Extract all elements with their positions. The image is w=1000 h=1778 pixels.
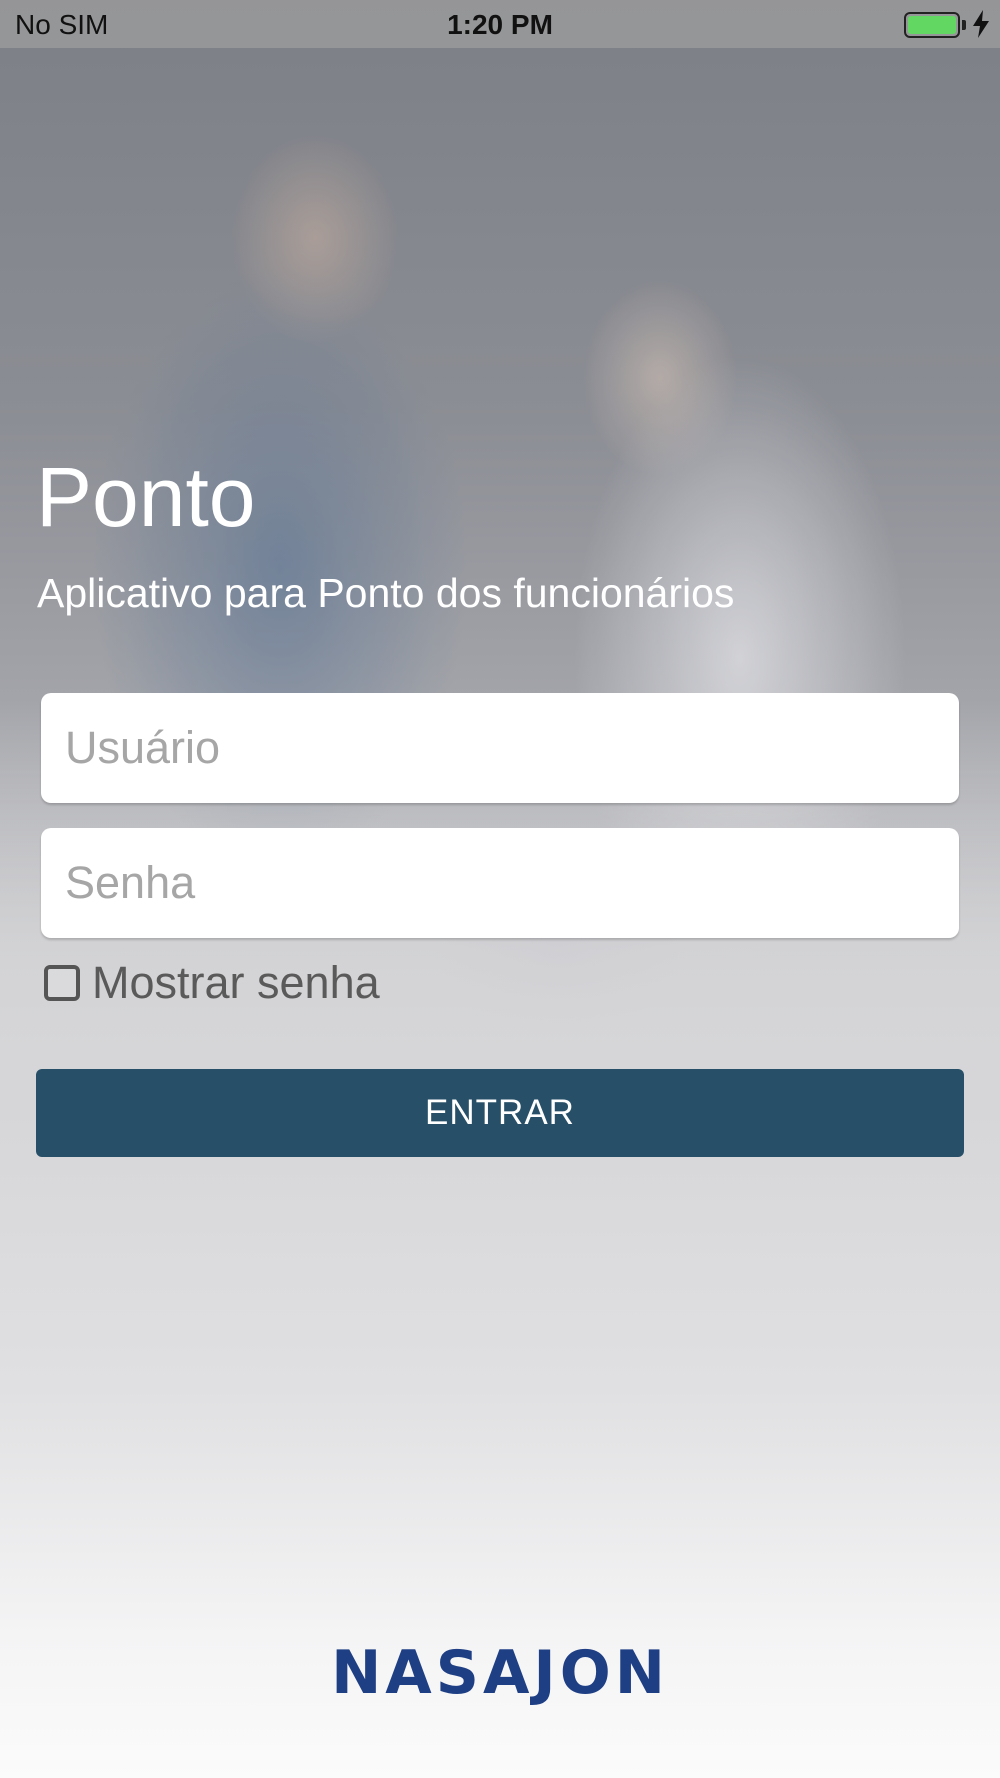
nasajon-logo: NASAJON <box>331 1638 669 1708</box>
show-password-label[interactable]: Mostrar senha <box>92 957 380 1009</box>
battery-nub <box>962 20 966 30</box>
battery-level <box>908 16 956 34</box>
battery-icon <box>904 12 960 38</box>
show-password-checkbox[interactable] <box>44 965 80 1001</box>
page-subtitle: Aplicativo para Ponto dos funcionários <box>37 570 735 616</box>
page-title: Ponto <box>36 450 256 544</box>
show-password-toggle[interactable]: Mostrar senha <box>44 955 380 1011</box>
login-screen: No SIM 1:20 PM Ponto Aplicativo para Pon… <box>0 0 1000 1778</box>
password-input[interactable] <box>41 828 959 938</box>
bolt-icon <box>973 10 989 38</box>
enter-button[interactable]: ENTRAR <box>36 1069 964 1157</box>
status-bar: No SIM 1:20 PM <box>0 0 1000 48</box>
clock-label: 1:20 PM <box>447 9 553 40</box>
username-input[interactable] <box>41 693 959 803</box>
